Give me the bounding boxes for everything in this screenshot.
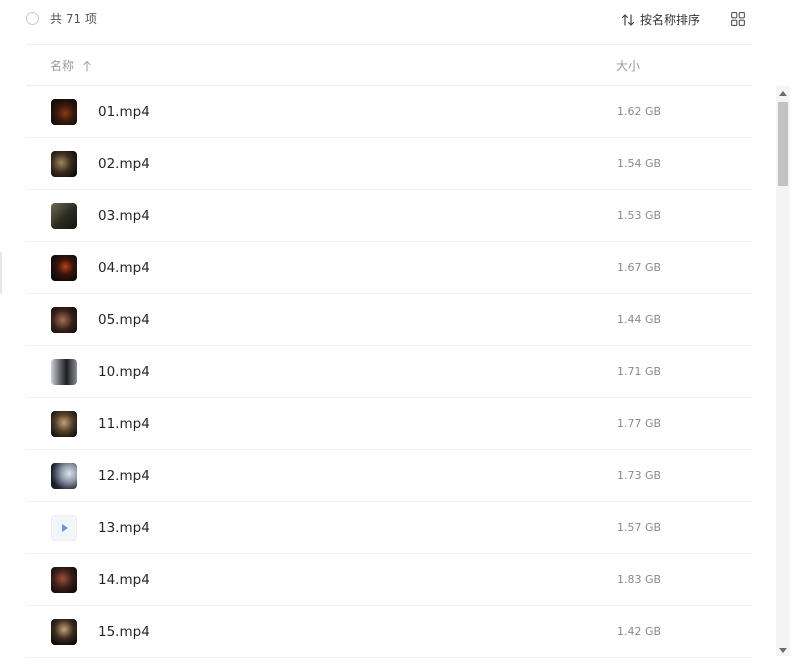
name-column-header[interactable]: 名称 bbox=[50, 59, 92, 73]
file-list: 01.mp4 1.62 GB 02.mp4 1.54 GB 03.mp4 1.5… bbox=[26, 86, 752, 658]
file-name: 13.mp4 bbox=[98, 520, 150, 536]
file-row-04-mp4[interactable]: 04.mp4 1.67 GB bbox=[26, 242, 752, 294]
video-thumbnail bbox=[51, 307, 77, 333]
file-name: 01.mp4 bbox=[98, 104, 150, 120]
file-row-10-mp4[interactable]: 10.mp4 1.71 GB bbox=[26, 346, 752, 398]
left-panel-edge[interactable] bbox=[0, 252, 2, 294]
file-row-15-mp4[interactable]: 15.mp4 1.42 GB bbox=[26, 606, 752, 658]
file-name: 03.mp4 bbox=[98, 208, 150, 224]
video-thumbnail bbox=[51, 255, 77, 281]
file-row-13-mp4[interactable]: 13.mp4 1.57 GB bbox=[26, 502, 752, 554]
file-row-03-mp4[interactable]: 03.mp4 1.53 GB bbox=[26, 190, 752, 242]
play-icon bbox=[62, 524, 68, 532]
scroll-up-icon[interactable] bbox=[779, 91, 787, 96]
file-size: 1.62 GB bbox=[617, 105, 662, 118]
sort-button[interactable]: 按名称排序 bbox=[620, 10, 700, 30]
grid-view-icon[interactable] bbox=[731, 12, 745, 26]
sort-label: 按名称排序 bbox=[640, 13, 701, 27]
video-thumbnail bbox=[51, 151, 77, 177]
file-row-11-mp4[interactable]: 11.mp4 1.77 GB bbox=[26, 398, 752, 450]
item-count: 共 71 项 bbox=[50, 12, 97, 26]
video-thumbnail bbox=[51, 99, 77, 125]
vertical-scrollbar[interactable] bbox=[776, 86, 790, 656]
size-column-header[interactable]: 大小 bbox=[616, 59, 640, 73]
file-row-02-mp4[interactable]: 02.mp4 1.54 GB bbox=[26, 138, 752, 190]
file-name: 10.mp4 bbox=[98, 364, 150, 380]
video-thumbnail bbox=[51, 567, 77, 593]
file-size: 1.57 GB bbox=[617, 521, 662, 534]
file-row-05-mp4[interactable]: 05.mp4 1.44 GB bbox=[26, 294, 752, 346]
file-size: 1.83 GB bbox=[617, 573, 662, 586]
table-header: 名称 大小 bbox=[26, 45, 752, 86]
video-file-icon bbox=[51, 515, 77, 541]
video-thumbnail bbox=[51, 411, 77, 437]
video-thumbnail bbox=[51, 619, 77, 645]
video-thumbnail bbox=[51, 463, 77, 489]
scroll-down-icon[interactable] bbox=[779, 648, 787, 653]
swap-vertical-icon bbox=[621, 14, 635, 26]
file-size: 1.53 GB bbox=[617, 209, 662, 222]
toolbar: 共 71 项 按名称排序 bbox=[26, 0, 752, 45]
arrow-up-icon bbox=[83, 60, 91, 72]
file-name: 11.mp4 bbox=[98, 416, 150, 432]
video-thumbnail bbox=[51, 359, 77, 385]
file-size: 1.42 GB bbox=[617, 625, 662, 638]
file-browser: 共 71 项 按名称排序 名称 大小 01.mp4 1.62 GB 02.mp4… bbox=[0, 0, 798, 664]
scrollbar-thumb[interactable] bbox=[778, 102, 788, 186]
file-name: 15.mp4 bbox=[98, 624, 150, 640]
file-size: 1.44 GB bbox=[617, 313, 662, 326]
file-size: 1.73 GB bbox=[617, 469, 662, 482]
file-row-14-mp4[interactable]: 14.mp4 1.83 GB bbox=[26, 554, 752, 606]
file-row-01-mp4[interactable]: 01.mp4 1.62 GB bbox=[26, 86, 752, 138]
file-name: 12.mp4 bbox=[98, 468, 150, 484]
video-thumbnail bbox=[51, 203, 77, 229]
file-row-12-mp4[interactable]: 12.mp4 1.73 GB bbox=[26, 450, 752, 502]
file-size: 1.77 GB bbox=[617, 417, 662, 430]
file-name: 04.mp4 bbox=[98, 260, 150, 276]
file-name: 14.mp4 bbox=[98, 572, 150, 588]
file-size: 1.54 GB bbox=[617, 157, 662, 170]
name-column-label: 名称 bbox=[50, 59, 75, 73]
file-size: 1.67 GB bbox=[617, 261, 662, 274]
file-size: 1.71 GB bbox=[617, 365, 662, 378]
file-name: 02.mp4 bbox=[98, 156, 150, 172]
file-name: 05.mp4 bbox=[98, 312, 150, 328]
select-all-checkbox[interactable] bbox=[26, 12, 39, 25]
